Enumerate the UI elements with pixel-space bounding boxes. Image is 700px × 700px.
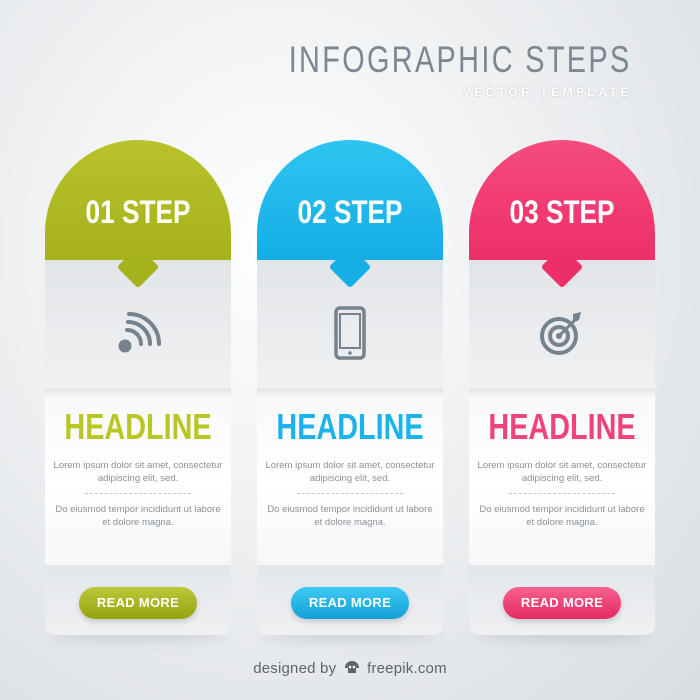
- dotted-divider: [297, 493, 403, 494]
- card-text-primary: Lorem ipsum dolor sit amet, consectetur …: [53, 460, 223, 484]
- step-card-1: HEADLINE Lorem ipsum dolor sit amet, con…: [45, 140, 231, 641]
- footer-prefix: designed by: [253, 660, 337, 677]
- card-headline: HEADLINE: [64, 406, 212, 447]
- sub-title: VECTOR TEMPLATE: [462, 85, 632, 99]
- read-more-button[interactable]: READ MORE: [79, 587, 197, 619]
- target-icon: [537, 308, 587, 363]
- smartphone-icon: [333, 305, 367, 365]
- step-label: 01 STEP: [85, 194, 191, 230]
- title-block: INFOGRAPHIC STEPS VECTOR TEMPLATE: [192, 38, 632, 100]
- card-text-primary: Lorem ipsum dolor sit amet, consectetur …: [477, 460, 647, 484]
- dotted-divider: [85, 493, 191, 494]
- step-dome: 03 STEP: [469, 140, 655, 260]
- step-label: 03 STEP: [509, 194, 615, 230]
- step-label: 02 STEP: [297, 194, 403, 230]
- footer-brand[interactable]: freepik.com: [367, 660, 447, 677]
- card-body: HEADLINE Lorem ipsum dolor sit amet, con…: [45, 260, 231, 635]
- read-more-button[interactable]: READ MORE: [291, 587, 409, 619]
- card-text-secondary: Do eiusmod tempor incididunt ut labore e…: [479, 504, 645, 528]
- main-title: INFOGRAPHIC STEPS: [289, 39, 632, 80]
- step-dome: 01 STEP: [45, 140, 231, 260]
- card-headline: HEADLINE: [488, 406, 636, 447]
- card-headline: HEADLINE: [276, 406, 424, 447]
- step-card-3: HEADLINE Lorem ipsum dolor sit amet, con…: [469, 140, 655, 641]
- card-body: HEADLINE Lorem ipsum dolor sit amet, con…: [257, 260, 443, 635]
- footer-credit: designed by freepik.com: [0, 658, 700, 682]
- card-text-secondary: Do eiusmod tempor incididunt ut labore e…: [267, 504, 433, 528]
- freepik-logo-icon: [343, 659, 361, 682]
- card-text-secondary: Do eiusmod tempor incididunt ut labore e…: [55, 504, 221, 528]
- wifi-signal-icon: [113, 308, 163, 363]
- card-body: HEADLINE Lorem ipsum dolor sit amet, con…: [469, 260, 655, 635]
- card-text-primary: Lorem ipsum dolor sit amet, consectetur …: [265, 460, 435, 484]
- step-dome: 02 STEP: [257, 140, 443, 260]
- dotted-divider: [509, 493, 615, 494]
- step-card-2: HEADLINE Lorem ipsum dolor sit amet, con…: [257, 140, 443, 641]
- read-more-button[interactable]: READ MORE: [503, 587, 621, 619]
